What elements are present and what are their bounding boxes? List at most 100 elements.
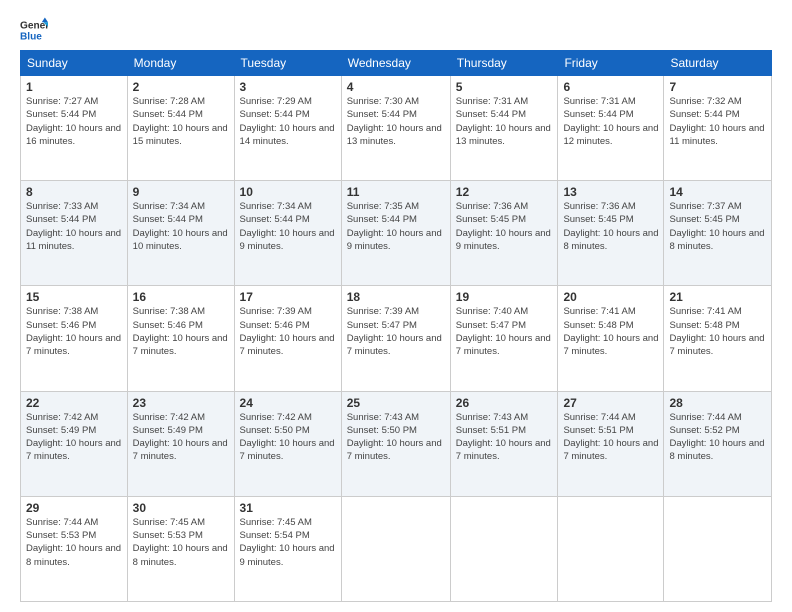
calendar-cell: [341, 496, 450, 601]
day-number: 8: [26, 185, 122, 199]
calendar-header-row: Sunday Monday Tuesday Wednesday Thursday…: [21, 51, 772, 76]
calendar-cell: 6Sunrise: 7:31 AMSunset: 5:44 PMDaylight…: [558, 76, 664, 181]
calendar-cell: 5Sunrise: 7:31 AMSunset: 5:44 PMDaylight…: [450, 76, 558, 181]
day-info: Sunrise: 7:27 AMSunset: 5:44 PMDaylight:…: [26, 95, 122, 148]
day-number: 7: [669, 80, 766, 94]
calendar-cell: 21Sunrise: 7:41 AMSunset: 5:48 PMDayligh…: [664, 286, 772, 391]
calendar-cell: 13Sunrise: 7:36 AMSunset: 5:45 PMDayligh…: [558, 181, 664, 286]
day-info: Sunrise: 7:45 AMSunset: 5:54 PMDaylight:…: [240, 516, 336, 569]
day-number: 16: [133, 290, 229, 304]
calendar-week-row: 8Sunrise: 7:33 AMSunset: 5:44 PMDaylight…: [21, 181, 772, 286]
day-info: Sunrise: 7:30 AMSunset: 5:44 PMDaylight:…: [347, 95, 445, 148]
calendar-cell: 22Sunrise: 7:42 AMSunset: 5:49 PMDayligh…: [21, 391, 128, 496]
day-info: Sunrise: 7:31 AMSunset: 5:44 PMDaylight:…: [456, 95, 553, 148]
day-number: 3: [240, 80, 336, 94]
day-info: Sunrise: 7:34 AMSunset: 5:44 PMDaylight:…: [133, 200, 229, 253]
col-tuesday: Tuesday: [234, 51, 341, 76]
day-number: 11: [347, 185, 445, 199]
day-info: Sunrise: 7:42 AMSunset: 5:50 PMDaylight:…: [240, 411, 336, 464]
day-info: Sunrise: 7:44 AMSunset: 5:53 PMDaylight:…: [26, 516, 122, 569]
day-info: Sunrise: 7:43 AMSunset: 5:51 PMDaylight:…: [456, 411, 553, 464]
calendar-cell: [558, 496, 664, 601]
calendar-cell: 29Sunrise: 7:44 AMSunset: 5:53 PMDayligh…: [21, 496, 128, 601]
calendar-cell: 18Sunrise: 7:39 AMSunset: 5:47 PMDayligh…: [341, 286, 450, 391]
day-info: Sunrise: 7:36 AMSunset: 5:45 PMDaylight:…: [456, 200, 553, 253]
day-number: 29: [26, 501, 122, 515]
day-number: 18: [347, 290, 445, 304]
day-info: Sunrise: 7:37 AMSunset: 5:45 PMDaylight:…: [669, 200, 766, 253]
logo: General Blue: [20, 16, 48, 44]
day-number: 10: [240, 185, 336, 199]
col-wednesday: Wednesday: [341, 51, 450, 76]
calendar-cell: 14Sunrise: 7:37 AMSunset: 5:45 PMDayligh…: [664, 181, 772, 286]
day-info: Sunrise: 7:31 AMSunset: 5:44 PMDaylight:…: [563, 95, 658, 148]
day-number: 27: [563, 396, 658, 410]
day-number: 2: [133, 80, 229, 94]
calendar-cell: [664, 496, 772, 601]
calendar-cell: 10Sunrise: 7:34 AMSunset: 5:44 PMDayligh…: [234, 181, 341, 286]
calendar-cell: 2Sunrise: 7:28 AMSunset: 5:44 PMDaylight…: [127, 76, 234, 181]
col-sunday: Sunday: [21, 51, 128, 76]
calendar-cell: 25Sunrise: 7:43 AMSunset: 5:50 PMDayligh…: [341, 391, 450, 496]
day-number: 6: [563, 80, 658, 94]
calendar-cell: 23Sunrise: 7:42 AMSunset: 5:49 PMDayligh…: [127, 391, 234, 496]
day-info: Sunrise: 7:44 AMSunset: 5:51 PMDaylight:…: [563, 411, 658, 464]
calendar-cell: 27Sunrise: 7:44 AMSunset: 5:51 PMDayligh…: [558, 391, 664, 496]
day-number: 28: [669, 396, 766, 410]
svg-text:Blue: Blue: [20, 31, 42, 42]
calendar-cell: 12Sunrise: 7:36 AMSunset: 5:45 PMDayligh…: [450, 181, 558, 286]
calendar-cell: 9Sunrise: 7:34 AMSunset: 5:44 PMDaylight…: [127, 181, 234, 286]
calendar-cell: 28Sunrise: 7:44 AMSunset: 5:52 PMDayligh…: [664, 391, 772, 496]
col-thursday: Thursday: [450, 51, 558, 76]
day-number: 31: [240, 501, 336, 515]
page: General Blue Sunday Monday Tuesday Wedne…: [0, 0, 792, 612]
day-info: Sunrise: 7:32 AMSunset: 5:44 PMDaylight:…: [669, 95, 766, 148]
calendar-cell: 24Sunrise: 7:42 AMSunset: 5:50 PMDayligh…: [234, 391, 341, 496]
day-number: 26: [456, 396, 553, 410]
calendar-cell: 7Sunrise: 7:32 AMSunset: 5:44 PMDaylight…: [664, 76, 772, 181]
calendar-cell: 26Sunrise: 7:43 AMSunset: 5:51 PMDayligh…: [450, 391, 558, 496]
day-info: Sunrise: 7:40 AMSunset: 5:47 PMDaylight:…: [456, 305, 553, 358]
day-info: Sunrise: 7:41 AMSunset: 5:48 PMDaylight:…: [563, 305, 658, 358]
calendar-cell: 20Sunrise: 7:41 AMSunset: 5:48 PMDayligh…: [558, 286, 664, 391]
day-number: 5: [456, 80, 553, 94]
calendar-week-row: 15Sunrise: 7:38 AMSunset: 5:46 PMDayligh…: [21, 286, 772, 391]
day-number: 30: [133, 501, 229, 515]
day-info: Sunrise: 7:41 AMSunset: 5:48 PMDaylight:…: [669, 305, 766, 358]
day-info: Sunrise: 7:28 AMSunset: 5:44 PMDaylight:…: [133, 95, 229, 148]
day-number: 25: [347, 396, 445, 410]
calendar-cell: 16Sunrise: 7:38 AMSunset: 5:46 PMDayligh…: [127, 286, 234, 391]
calendar-cell: 3Sunrise: 7:29 AMSunset: 5:44 PMDaylight…: [234, 76, 341, 181]
calendar-cell: [450, 496, 558, 601]
day-number: 14: [669, 185, 766, 199]
day-info: Sunrise: 7:29 AMSunset: 5:44 PMDaylight:…: [240, 95, 336, 148]
calendar-cell: 15Sunrise: 7:38 AMSunset: 5:46 PMDayligh…: [21, 286, 128, 391]
calendar-cell: 31Sunrise: 7:45 AMSunset: 5:54 PMDayligh…: [234, 496, 341, 601]
calendar-cell: 11Sunrise: 7:35 AMSunset: 5:44 PMDayligh…: [341, 181, 450, 286]
calendar: Sunday Monday Tuesday Wednesday Thursday…: [20, 50, 772, 602]
day-info: Sunrise: 7:36 AMSunset: 5:45 PMDaylight:…: [563, 200, 658, 253]
day-info: Sunrise: 7:35 AMSunset: 5:44 PMDaylight:…: [347, 200, 445, 253]
day-info: Sunrise: 7:43 AMSunset: 5:50 PMDaylight:…: [347, 411, 445, 464]
day-number: 17: [240, 290, 336, 304]
day-info: Sunrise: 7:45 AMSunset: 5:53 PMDaylight:…: [133, 516, 229, 569]
day-info: Sunrise: 7:39 AMSunset: 5:47 PMDaylight:…: [347, 305, 445, 358]
day-info: Sunrise: 7:42 AMSunset: 5:49 PMDaylight:…: [133, 411, 229, 464]
day-number: 19: [456, 290, 553, 304]
day-number: 4: [347, 80, 445, 94]
day-info: Sunrise: 7:38 AMSunset: 5:46 PMDaylight:…: [26, 305, 122, 358]
calendar-cell: 4Sunrise: 7:30 AMSunset: 5:44 PMDaylight…: [341, 76, 450, 181]
calendar-week-row: 29Sunrise: 7:44 AMSunset: 5:53 PMDayligh…: [21, 496, 772, 601]
day-info: Sunrise: 7:34 AMSunset: 5:44 PMDaylight:…: [240, 200, 336, 253]
calendar-cell: 19Sunrise: 7:40 AMSunset: 5:47 PMDayligh…: [450, 286, 558, 391]
day-info: Sunrise: 7:44 AMSunset: 5:52 PMDaylight:…: [669, 411, 766, 464]
header: General Blue: [20, 16, 772, 44]
day-number: 23: [133, 396, 229, 410]
calendar-week-row: 22 Sunrise: 7:42 AMSunset: 5:49 PMDayligh…: [21, 391, 772, 496]
col-monday: Monday: [127, 51, 234, 76]
day-number: 9: [133, 185, 229, 199]
day-number: 22: [26, 396, 122, 410]
day-number: 13: [563, 185, 658, 199]
calendar-cell: 8Sunrise: 7:33 AMSunset: 5:44 PMDaylight…: [21, 181, 128, 286]
calendar-cell: 30Sunrise: 7:45 AMSunset: 5:53 PMDayligh…: [127, 496, 234, 601]
